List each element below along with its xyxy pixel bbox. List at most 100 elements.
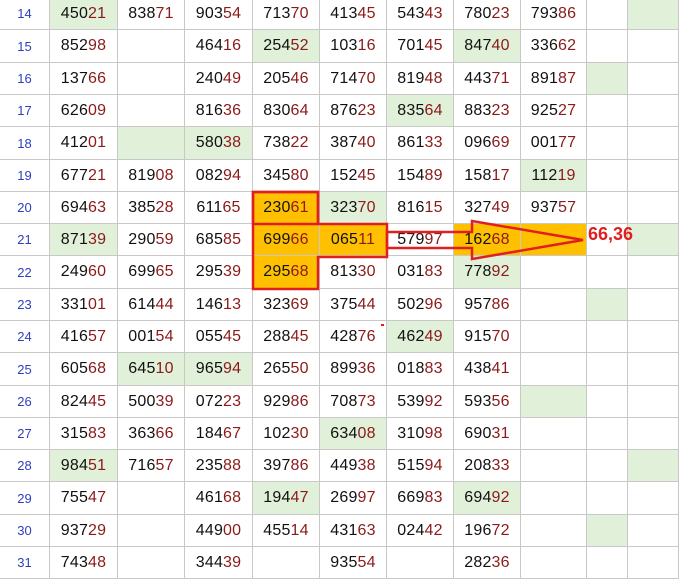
cell-number: 455 14 [263,521,309,539]
cell-number: 288 45 [263,327,309,345]
row-number: 20 [17,200,32,215]
cell-number: 018 83 [397,360,443,377]
cell-number: 708 73 [330,392,376,410]
grid-cell: 929 86 [253,386,320,418]
cell-number: 162 68 [464,230,510,248]
grid-cell: 450 21 [50,0,118,30]
grid-cell: 438 41 [454,353,521,386]
grid-cell: 871 39 [50,224,118,256]
grid-cell: 055 45 [185,321,253,353]
grid-cell: 847 40 [454,30,521,63]
row-number: 31 [17,555,32,570]
number-grid: 14 450 21 838 71 903 54 713 70 413 45 543 43 780 23 793… [0,0,679,582]
grid-cell [587,256,628,289]
grid-cell: 323 69 [253,289,320,321]
grid-cell [521,224,587,256]
grid-cell: 713 70 [253,0,320,30]
grid-cell [587,289,628,321]
grid-cell [587,63,628,95]
grid-cell: 265 50 [253,353,320,386]
grid-cell: 323 70 [320,192,387,224]
grid-cell: 345 80 [253,160,320,192]
grid-cell: 295 68 [253,256,320,289]
cell-number: 449 00 [195,521,242,539]
grid-cell: 515 94 [387,450,454,482]
grid-cell [628,256,679,289]
grid-cell [628,321,679,353]
cell-number: 327 49 [464,198,510,216]
grid-cell [587,450,628,482]
cell-number: 891 87 [530,69,577,87]
cell-number: 861 33 [397,134,443,151]
grid-cell: 158 17 [454,160,521,192]
grid-cell: 385 28 [118,192,185,224]
cell-number: 096 69 [464,134,510,151]
grid-cell: 443 71 [454,63,521,95]
grid-cell [628,0,679,30]
grid-cell: 363 66 [118,418,185,450]
cell-number: 605 68 [60,360,107,377]
cell-number: 265 50 [263,360,309,377]
grid-cell: 755 47 [50,482,118,515]
row-number-cell: 20 [0,192,50,224]
grid-cell [628,224,679,256]
grid-cell: 685 85 [185,224,253,256]
grid-cell: 925 27 [521,95,587,127]
grid-cell [628,160,679,192]
grid-cell: 819 48 [387,63,454,95]
grid-cell: 462 49 [387,321,454,353]
cell-number: 937 29 [60,521,107,539]
cell-number: 929 86 [263,392,309,410]
grid-cell: 852 98 [50,30,118,63]
grid-cell: 152 45 [320,160,387,192]
cell-number: 813 30 [330,263,376,280]
cell-number: 464 16 [195,37,242,54]
row-number: 27 [17,426,32,441]
grid-cell [387,547,454,579]
grid-cell: 235 88 [185,450,253,482]
grid-cell [587,0,628,30]
cell-number: 235 88 [195,456,242,474]
cell-number: 295 39 [195,263,242,280]
cell-number: 001 54 [128,327,174,345]
row-number-cell: 24 [0,321,50,353]
row-number: 18 [17,135,32,151]
grid-cell: 694 92 [454,482,521,515]
grid-cell [628,450,679,482]
grid-cell: 461 68 [185,482,253,515]
grid-cell: 813 30 [320,256,387,289]
row-number-cell: 25 [0,353,50,386]
cell-number: 310 98 [397,424,443,442]
grid-cell: 208 33 [454,450,521,482]
grid-cell: 611 65 [185,192,253,224]
row-number-cell: 22 [0,256,50,289]
cell-number: 462 49 [397,327,443,345]
cell-number: 580 38 [195,134,242,151]
grid-cell: 861 33 [387,127,454,160]
cell-number: 249 60 [60,263,107,280]
grid-cell: 336 62 [521,30,587,63]
grid-cell: 344 39 [185,547,253,579]
cell-number: 240 49 [195,69,242,87]
grid-cell: 778 92 [454,256,521,289]
cell-number: 158 17 [464,166,510,184]
grid-cell: 416 57 [50,321,118,353]
grid-cell: 984 51 [50,450,118,482]
row-number-cell: 18 [0,127,50,160]
cell-number: 502 96 [397,295,443,313]
grid-cell: 001 77 [521,127,587,160]
grid-cell [628,192,679,224]
grid-cell [118,482,185,515]
cell-number: 816 15 [397,198,443,216]
grid-cell [521,515,587,547]
cell-number: 669 83 [397,489,443,506]
row-number: 24 [17,329,32,344]
cell-number: 431 63 [330,521,376,539]
grid-cell [587,160,628,192]
grid-cell [118,63,185,95]
grid-cell: 455 14 [253,515,320,547]
row-number-cell: 29 [0,482,50,515]
grid-cell: 634 08 [320,418,387,450]
grid-cell: 500 39 [118,386,185,418]
annotation-text: 66,36 [588,224,634,244]
